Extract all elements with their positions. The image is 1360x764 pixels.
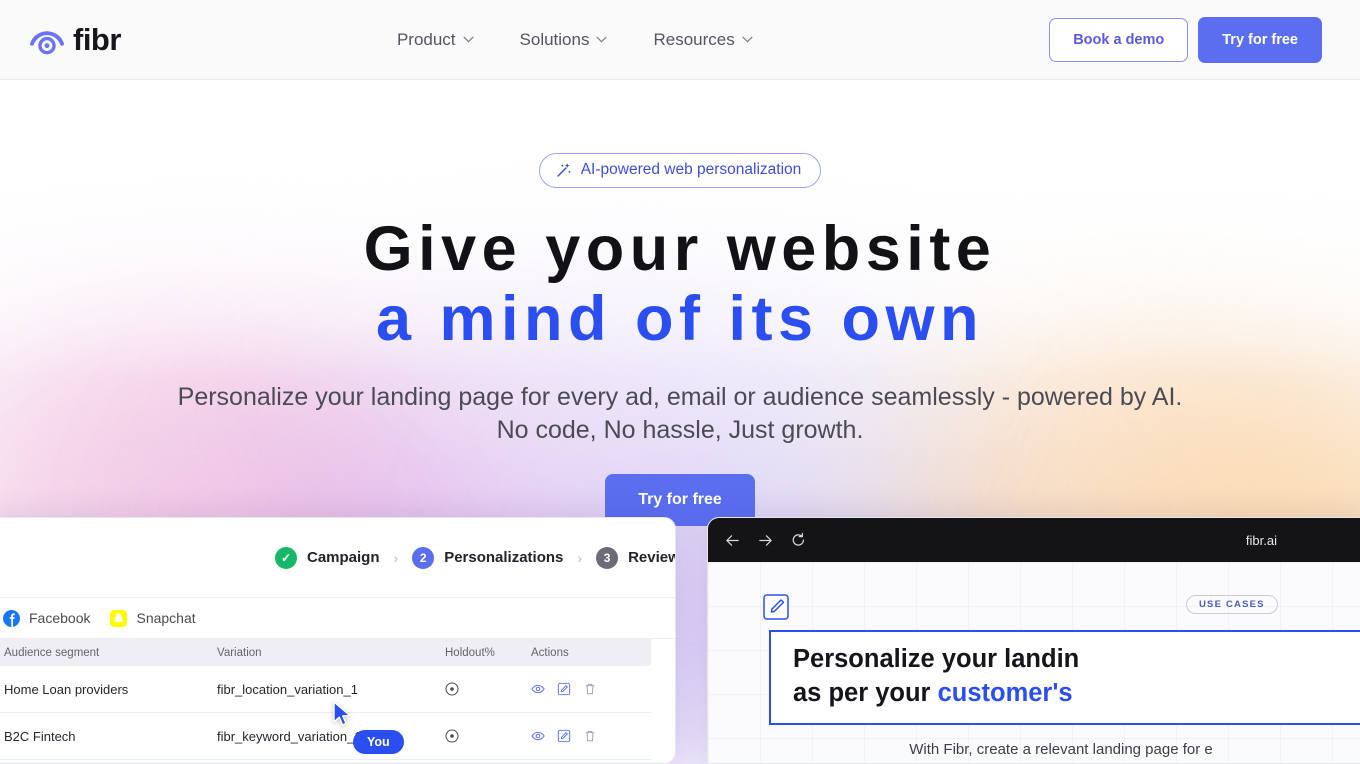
preview-body-text: With Fibr, create a relevant landing pag… bbox=[751, 739, 1360, 763]
preview-heading-plain: as per your bbox=[793, 679, 938, 708]
table-header-row: Audience segment Variation Holdout% Acti… bbox=[0, 639, 651, 666]
nav-item-solutions[interactable]: Solutions bbox=[520, 30, 608, 50]
preview-heading-line-2: as per your customer's bbox=[793, 676, 1360, 710]
hero-section: AI-powered web personalization Give your… bbox=[0, 80, 1360, 527]
arrow-right-icon[interactable] bbox=[757, 532, 774, 549]
source-tab-facebook[interactable]: Facebook bbox=[3, 609, 91, 627]
step-label: Campaign bbox=[307, 549, 380, 566]
cell-holdout[interactable] bbox=[445, 682, 531, 696]
chevron-down-icon bbox=[742, 36, 753, 43]
site-header: fibr Product Solutions Resources Book a … bbox=[0, 0, 1360, 80]
preview-heading-accent: customer's bbox=[937, 679, 1073, 708]
logo[interactable]: fibr bbox=[28, 24, 121, 55]
ai-badge-label: AI-powered web personalization bbox=[580, 161, 802, 178]
trash-icon[interactable] bbox=[583, 729, 597, 743]
try-for-free-button-header[interactable]: Try for free bbox=[1198, 16, 1322, 63]
nav-label: Solutions bbox=[519, 29, 590, 49]
subheading-line-2: No code, No hassle, Just growth. bbox=[496, 415, 864, 444]
cell-actions bbox=[531, 729, 651, 743]
cell-variation: fibr_keyword_variation_1 bbox=[217, 728, 362, 744]
sparkle-wand-icon bbox=[556, 162, 572, 178]
source-tabs: Facebook Snapchat bbox=[0, 597, 675, 639]
use-cases-badge: USE CASES bbox=[1186, 595, 1278, 614]
cursor-user-label: You bbox=[353, 730, 404, 754]
column-header-variation: Variation bbox=[217, 646, 262, 659]
eye-icon[interactable] bbox=[531, 682, 545, 696]
cell-audience-segment: B2C Fintech bbox=[4, 728, 76, 744]
browser-url[interactable]: fibr.ai bbox=[1246, 533, 1277, 548]
step-review[interactable]: 3 Review bbox=[596, 546, 676, 569]
browser-nav-controls bbox=[724, 532, 807, 549]
step-badge-done: ✓ bbox=[275, 546, 297, 569]
browser-toolbar: fibr.ai bbox=[708, 518, 1360, 562]
step-badge-active: 2 bbox=[412, 546, 435, 569]
fibr-wifi-logo-icon bbox=[28, 25, 66, 55]
headline-line-2: a mind of its own bbox=[376, 284, 984, 355]
source-tab-label: Snapchat bbox=[136, 610, 196, 626]
edit-box-icon[interactable] bbox=[763, 594, 789, 620]
main-nav: Product Solutions Resources bbox=[397, 30, 753, 50]
step-badge-idle: 3 bbox=[596, 546, 619, 569]
nav-item-product[interactable]: Product bbox=[397, 30, 474, 50]
book-demo-button[interactable]: Book a demo bbox=[1049, 17, 1189, 62]
snapchat-icon bbox=[110, 609, 128, 627]
eye-icon[interactable] bbox=[531, 729, 545, 743]
landing-page-preview: USE CASES Personalize your landin as per… bbox=[708, 562, 1360, 763]
table-row[interactable]: Home Loan providers fibr_location_variat… bbox=[0, 666, 651, 713]
chevron-down-icon bbox=[596, 36, 607, 43]
header-actions: Book a demo Try for free bbox=[1049, 16, 1322, 63]
campaign-app-panel: ✓ Campaign › 2 Personalizations › 3 Revi… bbox=[0, 517, 676, 764]
preview-heading-line-1: Personalize your landin bbox=[793, 645, 1080, 673]
browser-preview-panel: fibr.ai USE CASES Personalize your landi… bbox=[707, 517, 1360, 764]
trash-icon[interactable] bbox=[583, 682, 597, 696]
chevron-down-icon bbox=[463, 36, 474, 43]
preview-body-line-1: With Fibr, create a relevant landing pag… bbox=[909, 740, 1213, 758]
reload-icon[interactable] bbox=[790, 532, 807, 549]
source-tab-snapchat[interactable]: Snapchat bbox=[110, 609, 196, 627]
step-separator-icon: › bbox=[393, 549, 399, 566]
step-label: Review bbox=[628, 549, 676, 566]
nav-label: Resources bbox=[653, 29, 735, 49]
nav-label: Product bbox=[396, 29, 456, 49]
table-row[interactable]: B2C Fintech fibr_keyword_variation_1 bbox=[0, 713, 651, 760]
hero-subheading: Personalize your landing page for every … bbox=[0, 381, 1360, 446]
personalizations-table: Audience segment Variation Holdout% Acti… bbox=[0, 639, 651, 760]
step-label: Personalizations bbox=[444, 549, 564, 566]
cell-holdout[interactable] bbox=[445, 729, 531, 743]
target-icon bbox=[445, 729, 531, 743]
facebook-icon bbox=[3, 609, 20, 627]
logo-text: fibr bbox=[73, 22, 121, 57]
subheading-line-1: Personalize your landing page for every … bbox=[177, 383, 1183, 412]
edit-icon[interactable] bbox=[557, 729, 571, 743]
step-campaign[interactable]: ✓ Campaign bbox=[275, 546, 380, 569]
nav-item-resources[interactable]: Resources bbox=[653, 29, 753, 50]
column-header-actions: Actions bbox=[531, 646, 569, 659]
cell-audience-segment: Home Loan providers bbox=[4, 681, 129, 697]
cell-variation: fibr_location_variation_1 bbox=[217, 681, 358, 697]
source-tab-label: Facebook bbox=[29, 610, 91, 626]
arrow-left-icon[interactable] bbox=[724, 532, 741, 549]
edit-icon[interactable] bbox=[557, 682, 571, 696]
selected-heading-block[interactable]: Personalize your landin as per your cust… bbox=[769, 630, 1360, 725]
cell-actions bbox=[531, 682, 651, 696]
page-title: Give your website a mind of its own bbox=[0, 215, 1360, 353]
target-icon bbox=[445, 682, 531, 696]
step-personalizations[interactable]: 2 Personalizations bbox=[412, 546, 564, 569]
ai-badge: AI-powered web personalization bbox=[538, 153, 822, 188]
column-header-holdout: Holdout% bbox=[445, 646, 495, 659]
step-separator-icon: › bbox=[577, 549, 583, 566]
column-header-audience-segment: Audience segment bbox=[4, 646, 100, 659]
headline-line-1: Give your website bbox=[363, 214, 997, 284]
campaign-stepper: ✓ Campaign › 2 Personalizations › 3 Revi… bbox=[0, 518, 675, 597]
